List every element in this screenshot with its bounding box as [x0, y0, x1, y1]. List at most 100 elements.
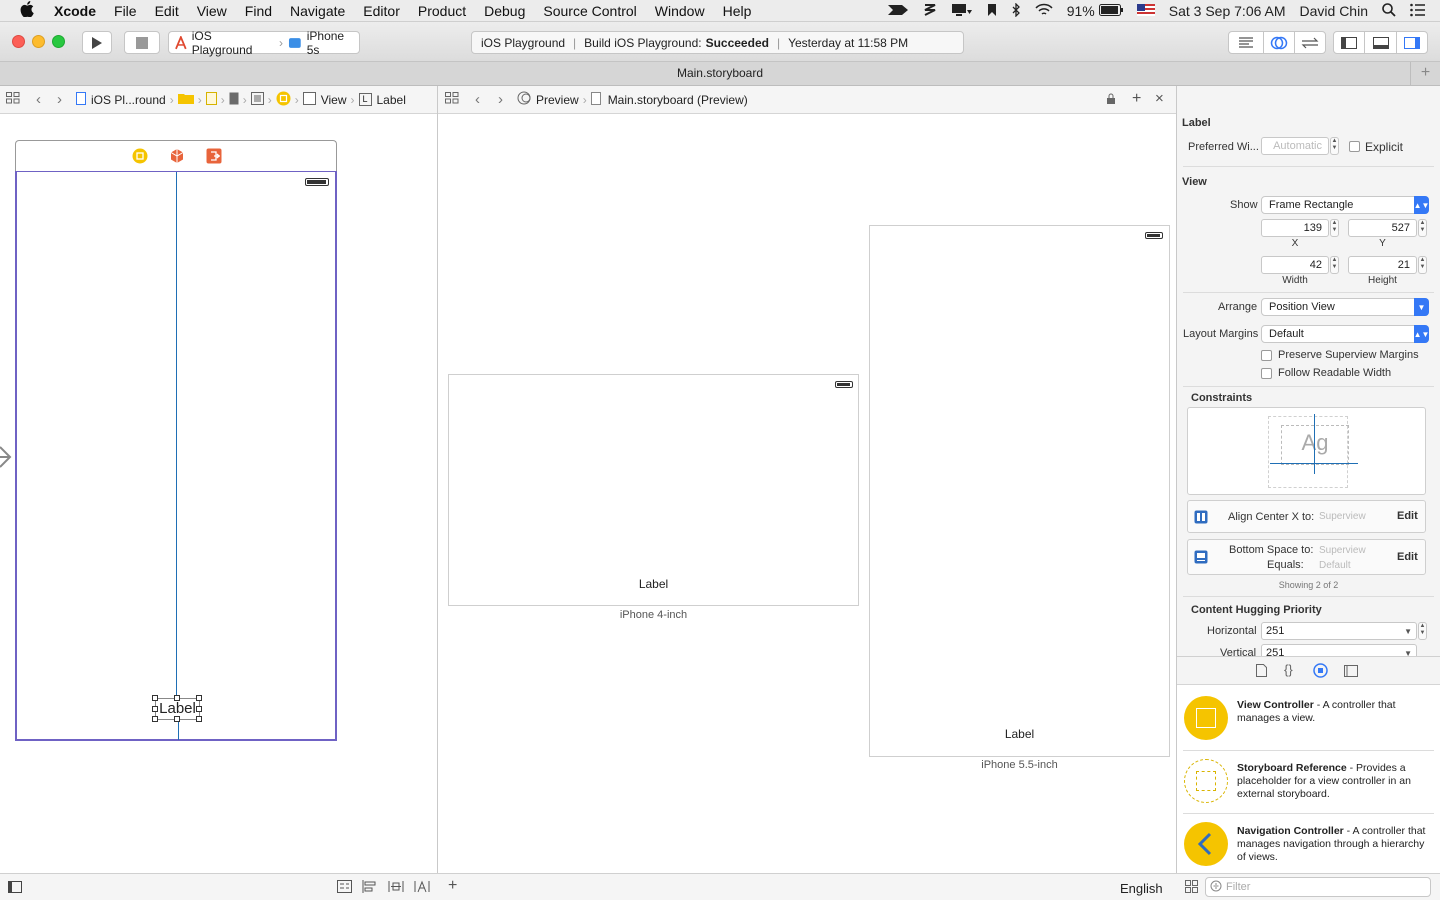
zoom-window-button[interactable] [52, 35, 65, 48]
constraint-center-x-row[interactable]: Align Center X to: Superview Edit [1187, 500, 1426, 533]
input-source-flag-icon[interactable] [1136, 3, 1155, 19]
preview-iphone-5-5-inch[interactable]: Label [869, 225, 1170, 757]
clock[interactable]: Sat 3 Sep 7:06 AM [1169, 3, 1286, 19]
menu-file[interactable]: File [114, 3, 137, 19]
combo-chevron-icon[interactable]: ▼ [1404, 627, 1412, 636]
display-status-icon[interactable] [951, 3, 973, 20]
related-items-icon[interactable] [445, 92, 459, 107]
back-arrow-icon[interactable]: ‹ [475, 91, 480, 108]
arrange-popup[interactable]: Position View ▼ [1261, 298, 1429, 316]
resize-handle[interactable] [152, 706, 158, 712]
battery-icon[interactable] [1098, 3, 1123, 19]
menu-product[interactable]: Product [418, 3, 466, 19]
standard-editor-button[interactable] [1228, 31, 1264, 54]
back-arrow-icon[interactable]: ‹ [36, 91, 41, 108]
add-preview-button[interactable]: + [448, 877, 457, 895]
preserve-margins-checkbox[interactable] [1261, 350, 1272, 361]
menu-navigate[interactable]: Navigate [290, 3, 345, 19]
user-name[interactable]: David Chin [1300, 3, 1368, 19]
document-icon[interactable] [229, 92, 239, 108]
bookmark-status-icon[interactable] [987, 3, 997, 20]
jump-view[interactable]: View [321, 93, 347, 107]
show-popup[interactable]: Frame Rectangle ▲▼ [1261, 196, 1429, 214]
height-stepper[interactable]: ▲ ▼ [1418, 256, 1427, 274]
resize-handle[interactable] [174, 716, 180, 722]
explicit-checkbox[interactable] [1349, 141, 1360, 152]
lightning-status-icon[interactable] [923, 3, 937, 20]
resolve-auto-layout-icon[interactable] [414, 880, 430, 896]
preferred-width-field[interactable]: Automatic [1261, 137, 1329, 155]
toggle-navigator-button[interactable] [1333, 31, 1365, 54]
battery-percent[interactable]: 91% [1067, 3, 1095, 19]
follow-readable-checkbox[interactable] [1261, 368, 1272, 379]
library-grid-view-icon[interactable] [1185, 880, 1198, 896]
edit-constraint-button[interactable]: Edit [1397, 510, 1418, 522]
add-editor-icon[interactable]: + [1132, 90, 1141, 108]
constraint-bottom-space-row[interactable]: Bottom Space to: Superview Equals: Defau… [1187, 539, 1426, 575]
forward-arrow-icon[interactable]: › [498, 91, 503, 108]
resize-handle[interactable] [152, 716, 158, 722]
library-item-storyboard-reference[interactable]: Storyboard Reference - Provides a placeh… [1177, 751, 1440, 814]
scheme-selector[interactable]: iOS Playground › iPhone 5s [168, 29, 360, 57]
preferred-width-stepper[interactable]: ▲ ▼ [1330, 137, 1339, 155]
menu-editor[interactable]: Editor [363, 3, 400, 19]
y-field[interactable]: 527 [1348, 219, 1417, 237]
first-responder-icon[interactable] [169, 148, 185, 167]
notification-center-icon[interactable] [1410, 3, 1426, 20]
object-library-icon[interactable] [1313, 663, 1328, 681]
assistant-editor-button[interactable] [1263, 31, 1295, 54]
video-status-icon[interactable] [887, 3, 909, 20]
forward-arrow-icon[interactable]: › [57, 91, 62, 108]
vertical-hugging-combo[interactable]: 251 ▼ [1261, 644, 1417, 656]
storyboard-canvas[interactable]: Label [0, 114, 437, 873]
preview-iphone-4-inch[interactable]: Label [448, 374, 859, 606]
combo-chevron-icon[interactable]: ▼ [1404, 649, 1412, 657]
spotlight-icon[interactable] [1382, 2, 1396, 20]
media-library-icon[interactable] [1344, 665, 1358, 680]
close-window-button[interactable] [12, 35, 25, 48]
minimize-window-button[interactable] [32, 35, 45, 48]
align-icon[interactable] [362, 880, 377, 896]
jump-preview-file[interactable]: Main.storyboard (Preview) [608, 93, 748, 107]
bluetooth-icon[interactable] [1011, 1, 1021, 20]
code-snippet-library-icon[interactable]: {} [1284, 662, 1293, 677]
wifi-icon[interactable] [1035, 3, 1053, 20]
tab-main-storyboard[interactable]: Main.storyboard [677, 66, 763, 80]
preview-canvas[interactable]: Label iPhone 4-inch Label iPhone 5.5-inc… [438, 114, 1176, 873]
stop-button[interactable] [124, 31, 160, 54]
resize-handle[interactable] [152, 695, 158, 701]
library-filter-field[interactable]: Filter [1205, 877, 1431, 897]
menu-help[interactable]: Help [723, 3, 752, 19]
close-editor-icon[interactable]: × [1155, 90, 1164, 107]
view-controller-icon[interactable] [276, 91, 291, 109]
related-items-icon[interactable] [6, 92, 20, 107]
x-field[interactable]: 139 [1261, 219, 1329, 237]
jump-label[interactable]: Label [377, 93, 406, 107]
horizontal-hugging-stepper[interactable]: ▲ ▼ [1418, 622, 1427, 640]
menu-source-control[interactable]: Source Control [543, 3, 636, 19]
layout-margins-popup[interactable]: Default ▲▼ [1261, 325, 1429, 343]
width-stepper[interactable]: ▲ ▼ [1330, 256, 1339, 274]
new-tab-button[interactable]: + [1410, 62, 1440, 85]
resize-handle[interactable] [174, 695, 180, 701]
horizontal-hugging-combo[interactable]: 251 ▼ [1261, 622, 1417, 640]
menu-find[interactable]: Find [245, 3, 272, 19]
pin-icon[interactable] [388, 880, 404, 896]
toggle-utilities-button[interactable] [1396, 31, 1428, 54]
toggle-debug-area-button[interactable] [1364, 31, 1397, 54]
run-button[interactable] [82, 31, 112, 54]
apple-menu-icon[interactable] [20, 0, 38, 21]
menu-window[interactable]: Window [655, 3, 705, 19]
menu-edit[interactable]: Edit [155, 3, 179, 19]
library-item-view-controller[interactable]: View Controller - A controller that mana… [1177, 688, 1440, 751]
document-outline-toggle-icon[interactable] [8, 881, 22, 896]
preview-language[interactable]: English [1120, 881, 1163, 896]
resize-handle[interactable] [196, 716, 202, 722]
resize-handle[interactable] [196, 695, 202, 701]
width-field[interactable]: 42 [1261, 256, 1329, 274]
jump-project[interactable]: iOS Pl...round [91, 93, 166, 107]
file-template-library-icon[interactable] [1256, 664, 1267, 680]
height-field[interactable]: 21 [1348, 256, 1417, 274]
lock-icon[interactable] [1106, 93, 1116, 108]
scene-icon[interactable] [250, 91, 264, 108]
